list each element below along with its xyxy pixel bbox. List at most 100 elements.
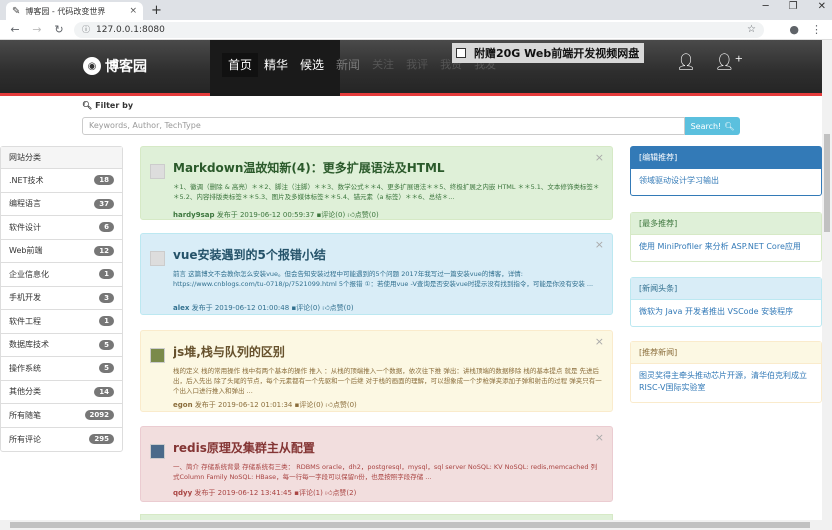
ad-text: 附赠20G Web前端开发视频网盘 xyxy=(474,47,640,60)
panel-link[interactable]: 领域驱动设计学习输出 xyxy=(631,169,821,193)
sidebar-item-se[interactable]: 软件工程 1 xyxy=(1,310,122,334)
count-badge: 18 xyxy=(94,175,114,186)
panel-title: [最多推荐] xyxy=(631,213,821,235)
post-likes[interactable]: 点赞(0) xyxy=(333,401,357,409)
sidebar-item-dotnet[interactable]: .NET技术 18 xyxy=(1,169,122,193)
post-title[interactable]: vue安装遇到的5个报错小结 xyxy=(173,246,602,263)
nav-follow[interactable]: 关注 xyxy=(366,53,400,77)
checkbox-icon xyxy=(456,48,466,58)
vertical-scrollbar[interactable] xyxy=(822,40,832,520)
post-meta: alex 发布于 2019-06-12 01:00:48 ▪评论(0) 👍︎点赞… xyxy=(173,303,602,313)
back-icon[interactable]: ← xyxy=(8,23,22,36)
site-logo[interactable]: ◉ 博客园 xyxy=(83,56,147,76)
panel-title: [新闻头条] xyxy=(631,278,821,300)
like-icon: 👍︎ xyxy=(347,211,355,219)
tab-close-icon[interactable]: × xyxy=(129,6,137,16)
post-likes[interactable]: 点赞(0) xyxy=(330,304,354,312)
sidebar-item-all-posts[interactable]: 所有随笔 2092 xyxy=(1,404,122,428)
minimize-icon[interactable]: ─ xyxy=(763,1,769,12)
post-author[interactable]: alex xyxy=(173,304,189,312)
post-card: × Markdown温故知新(4)：更多扩展语法及HTML ＊1、徽调（删除 &… xyxy=(140,146,613,220)
post-comments[interactable]: 评论(0) xyxy=(299,401,323,409)
post-card: × vue安装遇到的5个报错小结 前言 这篇博文不会教你怎么安装vue。但会告知… xyxy=(140,233,613,315)
panel-link[interactable]: 微软为 Java 开发者推出 VSCode 安装程序 xyxy=(631,300,821,324)
post-title[interactable]: js堆,栈与队列的区别 xyxy=(173,343,602,360)
ad-banner[interactable]: 附赠20G Web前端开发视频网盘 xyxy=(452,43,644,63)
forward-icon[interactable]: → xyxy=(30,23,44,36)
nav-home[interactable]: 首页 xyxy=(222,53,259,77)
close-window-icon[interactable]: ✕ xyxy=(818,1,826,12)
post-likes[interactable]: 点赞(2) xyxy=(332,489,356,497)
post-summary: 一、简介 存储系统背景 存储系统有三类： RDBMS oracle，dh2，po… xyxy=(173,463,598,481)
search-input[interactable]: Keywords, Author, TechType xyxy=(82,117,685,135)
nav-my-comments[interactable]: 我评 xyxy=(400,53,434,77)
avatar[interactable] xyxy=(150,251,165,266)
close-icon[interactable]: × xyxy=(595,238,604,251)
post-comments[interactable]: 评论(0) xyxy=(296,304,320,312)
nav-news[interactable]: 新闻 xyxy=(330,53,366,77)
bookmark-star-icon[interactable]: ☆ xyxy=(747,24,756,35)
vertical-scroll-thumb[interactable] xyxy=(824,134,830,232)
filter-label: 🔍︎ Filter by xyxy=(82,101,133,110)
browser-tab[interactable]: ✎ 博客园 - 代码改变世界 × xyxy=(6,2,143,20)
sidebar-item-web[interactable]: Web前端 12 xyxy=(1,240,122,263)
nav-featured[interactable]: 精华 xyxy=(258,53,294,77)
editor-pick-panel: [编辑推荐] 领域驱动设计学习输出 xyxy=(630,146,822,196)
panel-link[interactable]: 使用 MiniProfiler 来分析 ASP.NET Core应用 xyxy=(631,235,821,259)
post-likes[interactable]: 点赞(0) xyxy=(355,211,379,219)
like-icon: 👍︎ xyxy=(325,401,333,409)
count-badge: 5 xyxy=(99,363,114,374)
post-author[interactable]: egon xyxy=(173,401,193,409)
post-title[interactable]: Markdown温故知新(4)：更多扩展语法及HTML xyxy=(173,159,602,176)
add-user-icon[interactable]: 👤︎⁺ xyxy=(714,52,743,71)
post-comments[interactable]: 评论(1) xyxy=(299,489,323,497)
user-icon[interactable]: 👤︎ xyxy=(676,52,696,71)
close-icon[interactable]: × xyxy=(595,431,604,444)
count-badge: 6 xyxy=(99,222,114,233)
logo-text: 博客园 xyxy=(105,59,147,75)
profile-icon[interactable]: ● xyxy=(789,23,799,36)
new-tab-button[interactable]: + xyxy=(151,3,162,18)
count-badge: 1 xyxy=(99,269,114,280)
close-icon[interactable]: × xyxy=(595,335,604,348)
avatar[interactable] xyxy=(150,164,165,179)
post-author[interactable]: hardy9sap xyxy=(173,211,215,219)
sidebar-item-all-comments[interactable]: 所有评论 295 xyxy=(1,428,122,452)
sidebar-item-os[interactable]: 操作系统 5 xyxy=(1,357,122,381)
sidebar-item-enterprise[interactable]: 企业信息化 1 xyxy=(1,263,122,287)
post-title[interactable]: redis原理及集群主从配置 xyxy=(173,439,602,456)
sidebar-item-database[interactable]: 数据库技术 5 xyxy=(1,334,122,357)
address-bar[interactable]: ⓘ 127.0.0.1:8080 ☆ xyxy=(74,21,764,38)
post-summary: 前言 这篇博文不会教你怎么安装vue。但会告知安装过程中可能遇到的5个问题 20… xyxy=(173,270,594,288)
most-recommended-panel: [最多推荐] 使用 MiniProfiler 来分析 ASP.NET Core应… xyxy=(630,212,822,262)
nav-candidates[interactable]: 候选 xyxy=(294,53,330,77)
post-author[interactable]: qdyy xyxy=(173,489,192,497)
sidebar-item-label: 其他分类 xyxy=(9,387,41,397)
count-badge: 1 xyxy=(99,316,114,327)
sidebar-item-other[interactable]: 其他分类 14 xyxy=(1,381,122,404)
count-badge: 5 xyxy=(99,339,114,350)
post-meta: qdyy 发布于 2019-06-12 13:41:45 ▪评论(1) 👍︎点赞… xyxy=(173,488,602,498)
sidebar-item-design[interactable]: 软件设计 6 xyxy=(1,216,122,240)
panel-link[interactable]: 图灵奖得主牵头推动芯片开源，清华伯克利成立RISC-V国际实验室 xyxy=(631,364,821,400)
sidebar-item-languages[interactable]: 编程语言 37 xyxy=(1,193,122,216)
post-card: × js堆,栈与队列的区别 栈的定义 栈的常用操作 栈中有两个基本的操作 推入 … xyxy=(140,330,613,412)
browser-toolbar: ← → ↻ ⓘ 127.0.0.1:8080 ☆ ● ⋮ xyxy=(0,20,832,40)
url-text[interactable]: 127.0.0.1:8080 xyxy=(96,25,741,35)
menu-icon[interactable]: ⋮ xyxy=(811,23,822,36)
reload-icon[interactable]: ↻ xyxy=(52,23,66,36)
avatar[interactable] xyxy=(150,348,165,363)
post-date: 发布于 2019-06-12 01:00:48 xyxy=(191,304,290,312)
sidebar-title: 网站分类 xyxy=(1,147,122,169)
search-button[interactable]: Search! 🔍︎ xyxy=(685,117,740,135)
sidebar-item-mobile[interactable]: 手机开发 3 xyxy=(1,287,122,310)
horizontal-scroll-thumb[interactable] xyxy=(10,522,810,528)
info-icon[interactable]: ⓘ xyxy=(82,24,90,35)
maximize-icon[interactable]: ❐ xyxy=(789,1,798,12)
sidebar-item-label: 企业信息化 xyxy=(9,269,49,279)
post-comments[interactable]: 评论(0) xyxy=(321,211,345,219)
avatar[interactable] xyxy=(150,444,165,459)
post-meta: egon 发布于 2019-06-12 01:01:34 ▪评论(0) 👍︎点赞… xyxy=(173,400,602,410)
sidebar-item-label: Web前端 xyxy=(9,246,43,256)
close-icon[interactable]: × xyxy=(595,151,604,164)
